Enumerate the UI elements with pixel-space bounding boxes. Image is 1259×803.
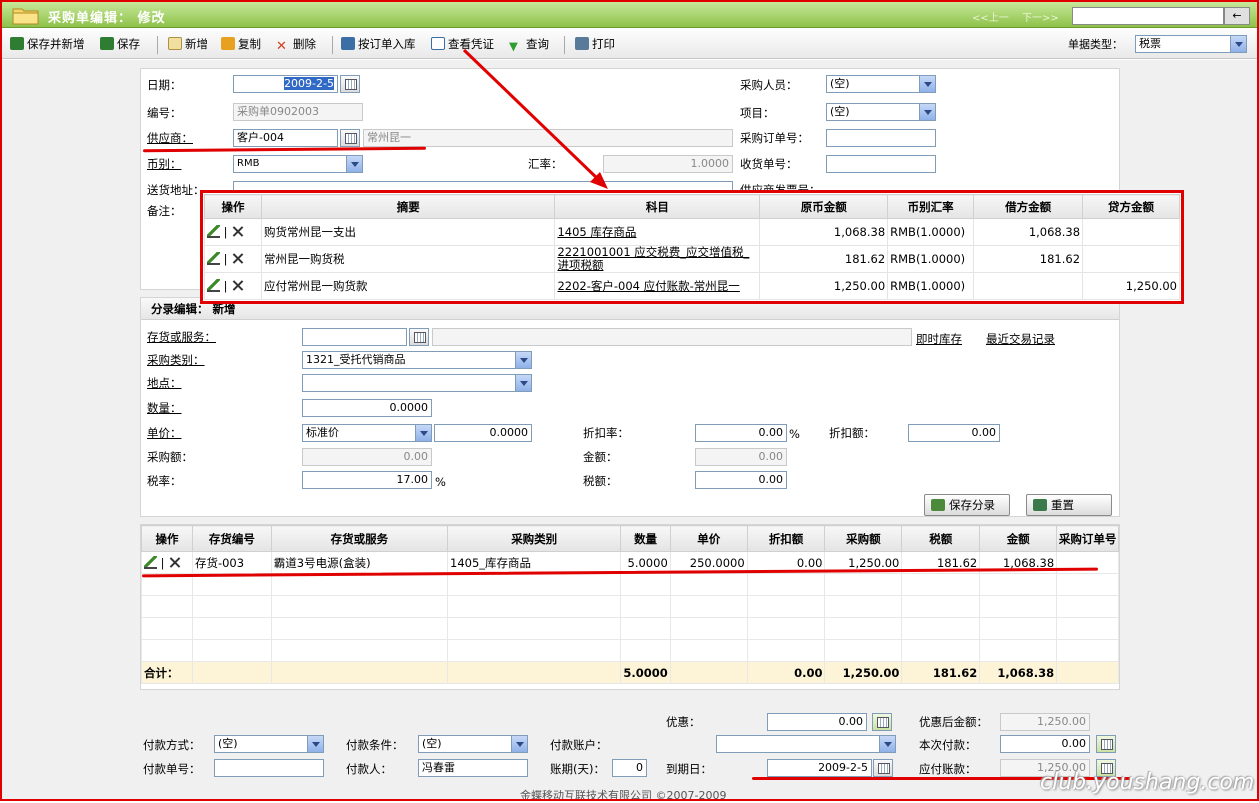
annotation-arrow: [462, 48, 608, 189]
watermark: club.youshang.com: [1040, 770, 1255, 795]
